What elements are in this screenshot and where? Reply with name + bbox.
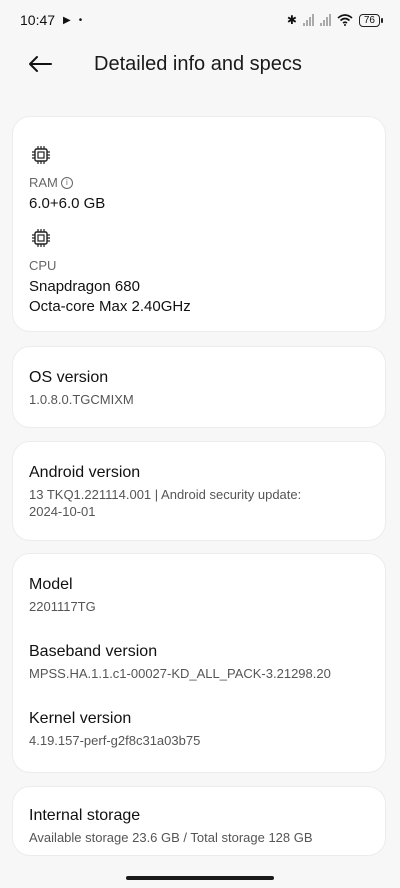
cpu-value-line1: Snapdragon 680 [29,278,140,295]
status-bar: 10:47 ▶ • ✱ 76 [0,0,400,40]
chip-icon [32,146,50,164]
kernel-value: 4.19.157-perf-g2f8c31a03b75 [29,733,201,748]
back-button[interactable] [20,44,60,84]
ram-label-row: RAM i [29,175,369,190]
status-right: ✱ 76 [286,13,384,27]
home-indicator[interactable] [126,876,274,880]
os-version-value: 1.0.8.0.TGCMIXM [29,392,134,407]
baseband-item[interactable]: Baseband version MPSS.HA.1.1.c1-00027-KD… [29,615,369,682]
android-version-title: Android version [29,464,141,481]
internal-storage-value: Available storage 23.6 GB / Total storag… [29,830,313,845]
back-arrow-icon [29,56,52,72]
device-info-card: Model 2201117TG Baseband version MPSS.HA… [12,553,386,773]
signal-icon [302,14,314,26]
cpu-section: CPU Snapdragon 680 Octa-core Max 2.40GHz [29,214,369,317]
kernel-title: Kernel version [29,710,132,727]
os-version-card[interactable]: OS version 1.0.8.0.TGCMIXM [12,346,386,428]
android-version-value-line2: 2024-10-01 [29,504,96,519]
kernel-item[interactable]: Kernel version 4.19.157-perf-g2f8c31a03b… [29,682,369,749]
internal-storage-title: Internal storage [29,807,141,824]
play-icon: ▶ [63,14,71,26]
hardware-card: RAM i 6.0+6.0 GB CPU Snapdragon 680 Octa… [12,116,386,332]
header: Detailed info and specs [0,44,400,84]
android-version-value-line1: 13 TKQ1.221114.001 | Android security up… [29,487,302,502]
ram-value: 6.0+6.0 GB [29,195,106,212]
cpu-value-line2: Octa-core Max 2.40GHz [29,298,191,315]
chip-icon [32,229,50,247]
internal-storage-card[interactable]: Internal storage Available storage 23.6 … [12,786,386,856]
os-version-title: OS version [29,369,109,386]
dot-icon: • [78,14,83,26]
wifi-icon [337,14,353,26]
baseband-value: MPSS.HA.1.1.c1-00027-KD_ALL_PACK-3.21298… [29,666,331,681]
android-version-card[interactable]: Android version 13 TKQ1.221114.001 | And… [12,441,386,541]
status-time: 10:47 [20,12,56,28]
model-item[interactable]: Model 2201117TG [29,554,369,615]
battery-icon: 76 [358,13,384,27]
bluetooth-icon: ✱ [286,13,297,27]
baseband-title: Baseband version [29,643,158,660]
signal-icon-2 [319,14,331,26]
info-icon[interactable]: i [60,176,73,189]
status-left: 10:47 ▶ • [20,12,82,28]
ram-section: RAM i 6.0+6.0 GB [29,117,369,214]
model-title: Model [29,576,73,593]
cpu-label: CPU [29,258,57,273]
ram-label: RAM [29,175,58,190]
model-value: 2201117TG [29,599,96,614]
page-title: Detailed info and specs [94,52,302,75]
